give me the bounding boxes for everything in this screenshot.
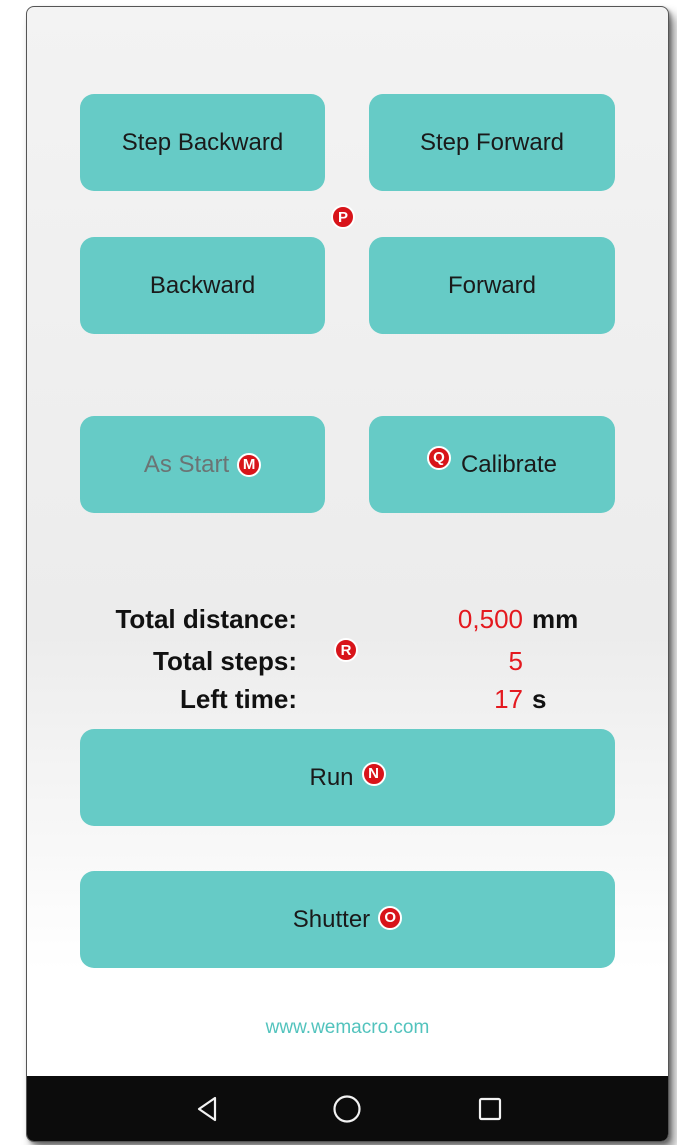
forward-button[interactable]: Forward: [369, 237, 615, 334]
as-start-button[interactable]: As Start M: [80, 416, 325, 513]
total-distance-label: Total distance:: [115, 604, 297, 634]
step-backward-button[interactable]: Step Backward: [80, 94, 325, 191]
back-triangle-icon: [197, 1096, 217, 1121]
step-forward-button[interactable]: Step Forward: [369, 94, 615, 191]
marker-n: N: [361, 761, 386, 786]
phone-screen: Step Backward Step Forward P Backward Fo…: [26, 6, 669, 1142]
left-time-value: 17: [494, 684, 523, 714]
recents-square-icon: [478, 1097, 502, 1120]
total-steps-label: Total steps:: [153, 646, 297, 676]
shutter-button[interactable]: Shutter O: [80, 871, 615, 968]
navigation-bar: [27, 1076, 668, 1141]
total-steps-value: 5: [508, 646, 523, 676]
left-time-label: Left time:: [180, 684, 297, 714]
home-circle-icon: [333, 1094, 361, 1123]
shutter-label: Shutter: [292, 905, 371, 933]
backward-button[interactable]: Backward: [80, 237, 325, 334]
as-start-label: As Start: [143, 450, 230, 478]
left-time-unit: s: [532, 684, 547, 714]
backward-label: Backward: [149, 271, 256, 299]
run-label: Run: [309, 763, 354, 791]
calibrate-label: Calibrate: [460, 450, 558, 478]
calibrate-button[interactable]: Q Calibrate: [369, 416, 615, 513]
marker-r: R: [334, 638, 358, 662]
step-forward-label: Step Forward: [419, 128, 565, 156]
nav-recents-button[interactable]: [450, 1076, 530, 1141]
marker-o: O: [378, 905, 403, 930]
marker-q: Q: [426, 445, 451, 470]
step-backward-label: Step Backward: [121, 128, 284, 156]
total-distance-value: 0,500: [457, 604, 523, 634]
marker-p: P: [331, 205, 355, 229]
nav-home-button[interactable]: [307, 1076, 387, 1141]
marker-m: M: [237, 452, 262, 477]
run-button[interactable]: Run N: [80, 729, 615, 826]
total-distance-unit: mm: [532, 604, 579, 634]
forward-label: Forward: [447, 271, 537, 299]
website-link[interactable]: www.wemacro.com: [27, 1017, 668, 1039]
nav-back-button[interactable]: [167, 1076, 247, 1141]
